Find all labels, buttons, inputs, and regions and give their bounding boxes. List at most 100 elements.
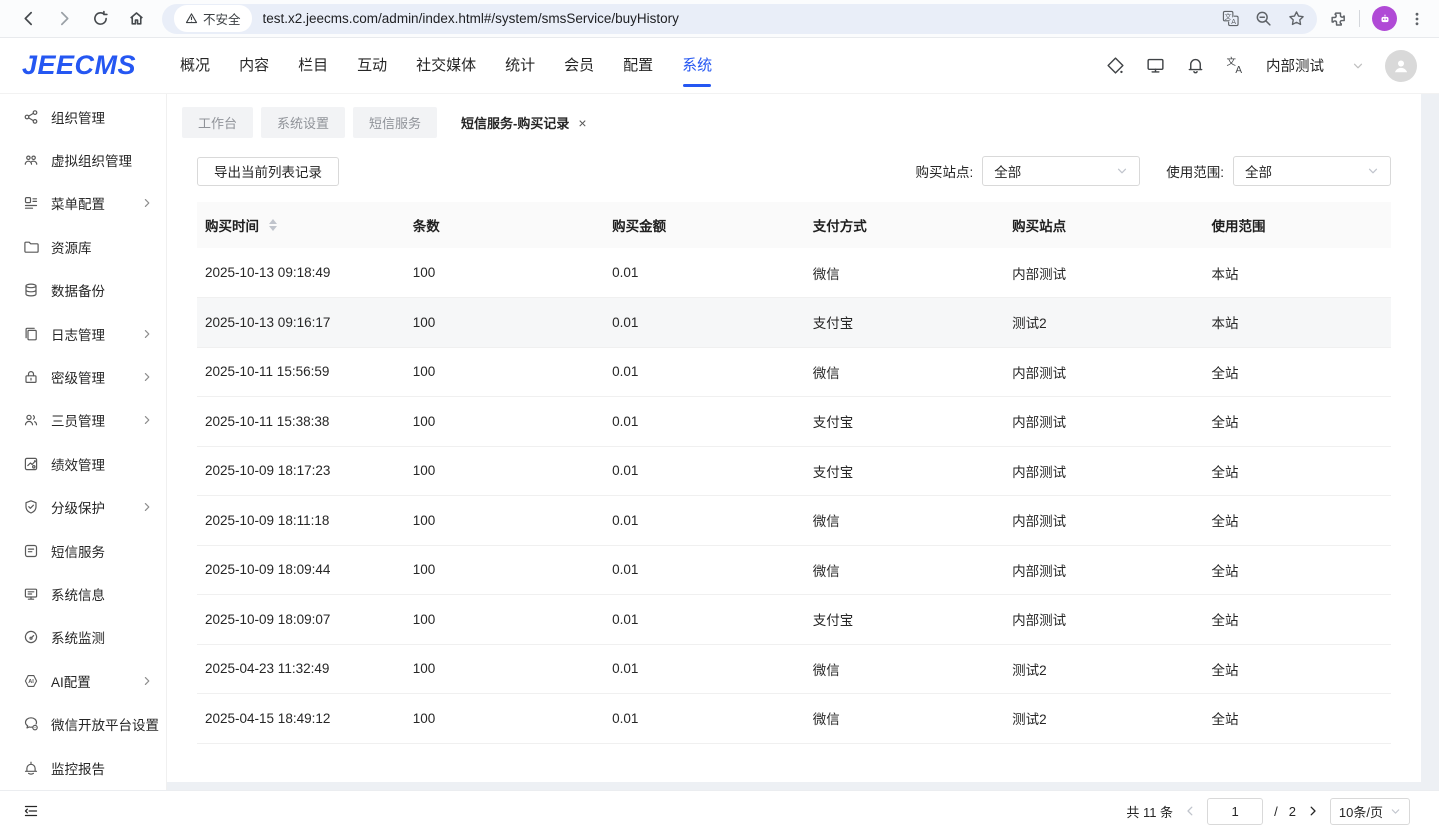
chevron-down-icon <box>1116 165 1128 177</box>
sidebar-item-monitoring-report[interactable]: 监控报告 <box>0 746 166 789</box>
browser-back-icon[interactable] <box>13 4 43 34</box>
filter-buy-site: 购买站点: 全部 <box>915 156 1140 186</box>
nav-content[interactable]: 内容 <box>239 38 269 94</box>
alarm-icon <box>23 760 39 776</box>
sidebar-item-security-level[interactable]: 密级管理 <box>0 355 166 398</box>
sidebar-item-label: AI配置 <box>51 671 142 691</box>
collapse-sidebar-icon[interactable] <box>23 803 39 819</box>
sidebar-item-sms-service[interactable]: 短信服务 <box>0 529 166 572</box>
site-switcher-value: 内部测试 <box>1266 55 1324 76</box>
scope-select-value: 全部 <box>1245 161 1272 181</box>
filter-scope: 使用范围: 全部 <box>1166 156 1391 186</box>
table-row[interactable]: 2025-10-09 18:09:071000.01支付宝内部测试全站 <box>197 595 1391 645</box>
table-row[interactable]: 2025-10-11 15:38:381000.01支付宝内部测试全站 <box>197 397 1391 447</box>
sidebar-item-label: 密级管理 <box>51 367 142 387</box>
sidebar-item-label: 分级保护 <box>51 497 142 517</box>
browser-menu-icon[interactable] <box>1409 11 1425 27</box>
sidebar-item-virtual-org[interactable]: 虚拟组织管理 <box>0 138 166 181</box>
translate-icon[interactable]: 文A <box>1222 10 1239 27</box>
sort-icon[interactable] <box>269 219 277 231</box>
chevron-down-icon <box>1352 60 1364 72</box>
table-row[interactable]: 2025-10-13 09:18:491000.01微信内部测试本站 <box>197 248 1391 298</box>
screen-monitor-icon[interactable] <box>1146 56 1165 75</box>
tab-sms-service[interactable]: 短信服务 <box>353 107 437 138</box>
tab-system-settings[interactable]: 系统设置 <box>261 107 345 138</box>
nav-settings[interactable]: 配置 <box>623 38 653 94</box>
table-row[interactable]: 2025-10-09 18:09:441000.01微信内部测试全站 <box>197 545 1391 595</box>
prev-page-icon[interactable] <box>1184 805 1196 817</box>
sidebar-item-wechat-open-platform[interactable]: 微信开放平台设置 <box>0 702 166 745</box>
nav-members[interactable]: 会员 <box>564 38 594 94</box>
jeecms-logo[interactable]: JEECMS <box>22 50 136 81</box>
nav-system[interactable]: 系统 <box>682 38 712 94</box>
language-icon[interactable]: 文A <box>1226 56 1245 75</box>
nav-columns[interactable]: 栏目 <box>298 38 328 94</box>
tab-sms-buy-history[interactable]: 短信服务-购买记录 × <box>445 107 603 138</box>
tab-label: 短信服务 <box>369 113 421 132</box>
sidebar-item-data-backup[interactable]: 数据备份 <box>0 269 166 312</box>
browser-forward-icon[interactable] <box>49 4 79 34</box>
table-row[interactable]: 2025-10-09 18:17:231000.01支付宝内部测试全站 <box>197 446 1391 496</box>
sidebar-item-label: 短信服务 <box>51 541 152 561</box>
sidebar-item-org-management[interactable]: 组织管理 <box>0 95 166 138</box>
tab-label: 系统设置 <box>277 113 329 132</box>
buy-site-select[interactable]: 全部 <box>982 156 1140 186</box>
browser-home-icon[interactable] <box>121 4 151 34</box>
clear-cache-icon[interactable] <box>1106 56 1125 75</box>
sidebar-item-three-admin[interactable]: 三员管理 <box>0 399 166 442</box>
svg-text:A: A <box>1235 65 1242 75</box>
browser-reload-icon[interactable] <box>85 4 115 34</box>
table-row[interactable]: 2025-04-23 11:32:491000.01微信测试2全站 <box>197 644 1391 694</box>
page-size-select[interactable]: 10条/页 <box>1330 798 1410 825</box>
site-switcher[interactable]: 内部测试 <box>1266 55 1364 76</box>
page-input[interactable] <box>1207 798 1263 825</box>
chevron-down-icon <box>1390 806 1401 817</box>
export-button[interactable]: 导出当前列表记录 <box>197 157 339 186</box>
nav-overview[interactable]: 概况 <box>180 38 210 94</box>
sidebar-item-system-info[interactable]: 系统信息 <box>0 572 166 615</box>
extensions-icon[interactable] <box>1329 10 1347 28</box>
url-text[interactable]: test.x2.jeecms.com/admin/index.html#/sys… <box>263 11 1222 26</box>
browser-profile-avatar[interactable] <box>1372 6 1397 31</box>
nav-social-media[interactable]: 社交媒体 <box>416 38 476 94</box>
sms-icon <box>23 543 39 559</box>
nav-statistics[interactable]: 统计 <box>505 38 535 94</box>
sidebar-item-menu-config[interactable]: 菜单配置 <box>0 182 166 225</box>
notification-bell-icon[interactable] <box>1186 56 1205 75</box>
table-row[interactable]: 2025-10-13 09:16:171000.01支付宝测试2本站 <box>197 298 1391 348</box>
col-count: 条数 <box>405 202 604 248</box>
table-row[interactable]: 2025-04-15 18:49:121000.01微信测试2全站 <box>197 694 1391 744</box>
table-row[interactable]: 2025-10-09 18:11:181000.01微信内部测试全站 <box>197 496 1391 546</box>
sidebar-item-log-management[interactable]: 日志管理 <box>0 312 166 355</box>
chevron-right-icon <box>142 198 152 208</box>
nav-interaction[interactable]: 互动 <box>357 38 387 94</box>
sidebar-item-resource-library[interactable]: 资源库 <box>0 225 166 268</box>
zoom-out-icon[interactable] <box>1255 10 1272 27</box>
footer-bar: 共 11 条 / 2 10条/页 <box>0 790 1439 831</box>
sidebar-item-ai-config[interactable]: AI AI配置 <box>0 659 166 702</box>
security-badge[interactable]: 不安全 <box>174 5 252 32</box>
admins-icon <box>23 412 39 428</box>
sidebar-item-label: 监控报告 <box>51 758 152 778</box>
bookmark-star-icon[interactable] <box>1288 10 1305 27</box>
close-icon[interactable]: × <box>578 116 586 130</box>
col-buy-time: 购买时间 <box>197 202 405 248</box>
user-avatar[interactable] <box>1385 50 1417 82</box>
next-page-icon[interactable] <box>1307 805 1319 817</box>
svg-text:A: A <box>1231 18 1236 26</box>
sidebar-item-graded-protection[interactable]: 分级保护 <box>0 486 166 529</box>
table-row[interactable]: 2025-10-11 15:56:591000.01微信内部测试全站 <box>197 347 1391 397</box>
tab-label: 短信服务-购买记录 <box>461 113 569 132</box>
security-label: 不安全 <box>203 9 241 28</box>
sidebar-item-system-monitor[interactable]: 系统监测 <box>0 616 166 659</box>
col-pay-method: 支付方式 <box>805 202 1004 248</box>
filter-scope-label: 使用范围: <box>1166 161 1224 181</box>
tab-workbench[interactable]: 工作台 <box>182 107 253 138</box>
sidebar-item-performance[interactable]: 绩效管理 <box>0 442 166 485</box>
scope-select[interactable]: 全部 <box>1233 156 1391 186</box>
performance-chart-icon <box>23 456 39 472</box>
menu-config-icon <box>23 195 39 211</box>
url-bar[interactable]: 不安全 test.x2.jeecms.com/admin/index.html#… <box>162 4 1317 34</box>
sidebar-item-label: 虚拟组织管理 <box>51 150 152 170</box>
list-toolbar: 导出当前列表记录 购买站点: 全部 使用范围: 全部 <box>167 146 1421 202</box>
